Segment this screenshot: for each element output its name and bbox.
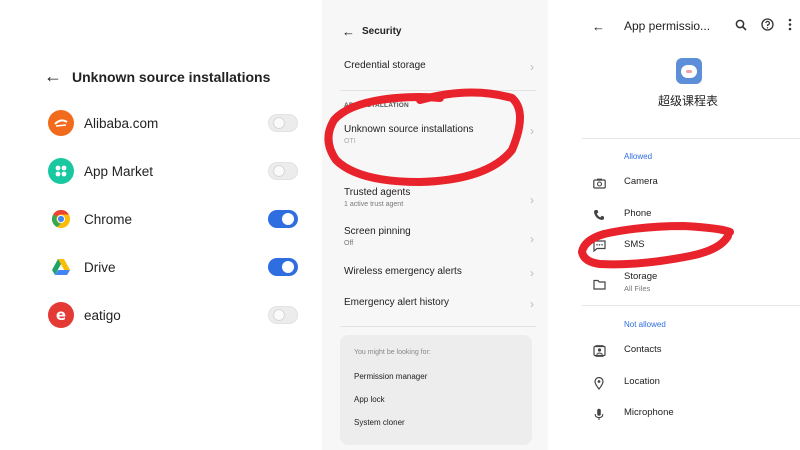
page-title: App permissio...	[624, 19, 711, 33]
divider	[340, 90, 536, 91]
more-vert-icon[interactable]	[788, 18, 792, 31]
suggestion-app-lock[interactable]: App lock	[354, 395, 385, 404]
permission-location[interactable]: Location	[590, 376, 790, 390]
suggestions-heading: You might be looking for:	[354, 349, 431, 356]
app-market-icon	[48, 158, 74, 184]
section-header-not-allowed: Not allowed	[624, 320, 666, 329]
emergency-alert-history-item[interactable]: Emergency alert history ›	[344, 297, 534, 311]
chevron-right-icon: ›	[530, 266, 534, 280]
help-icon[interactable]	[761, 18, 774, 31]
app-name: Chrome	[84, 211, 133, 227]
permission-microphone[interactable]: Microphone	[590, 407, 790, 421]
app-name: Drive	[84, 259, 116, 275]
chevron-right-icon: ›	[530, 124, 534, 138]
unknown-sources-item[interactable]: Unknown source installations ›	[344, 124, 534, 138]
drive-icon	[48, 254, 74, 280]
section-header-app-installation: APP INSTALLATION	[344, 102, 409, 109]
back-arrow-icon[interactable]: ←	[592, 19, 624, 34]
install-toggle[interactable]	[268, 306, 298, 324]
app-row-chrome[interactable]: Chrome	[48, 204, 298, 234]
partial-section-label: OTI	[344, 138, 356, 145]
permission-name: Phone	[624, 208, 652, 219]
back-arrow-icon[interactable]: ←	[342, 24, 362, 39]
camera-icon	[590, 176, 608, 190]
page-title: Unknown source installations	[72, 68, 271, 85]
folder-icon	[590, 277, 608, 291]
app-name: eatigo	[84, 307, 121, 323]
permission-name: Camera	[624, 176, 658, 187]
item-sublabel: Off	[344, 240, 354, 247]
page-title: Security	[362, 26, 402, 37]
app-permissions-screen: ← App permissio... 超级课程表 Allowed Camera …	[576, 0, 800, 450]
divider	[582, 305, 800, 306]
search-icon[interactable]	[735, 19, 747, 31]
section-header-allowed: Allowed	[624, 152, 653, 161]
permission-name: Storage	[624, 271, 658, 282]
item-label: Unknown source installations	[344, 124, 474, 135]
chrome-icon	[48, 206, 74, 232]
permission-contacts[interactable]: Contacts	[590, 344, 790, 358]
app-row-app-market[interactable]: App Market	[48, 156, 298, 186]
app-name: 超级课程表	[657, 94, 718, 108]
permission-storage[interactable]: Storage All Files	[590, 271, 790, 293]
suggestions-card: You might be looking for: Permission man…	[340, 335, 532, 445]
p3-header: ← App permissio...	[592, 16, 792, 36]
phone-icon	[590, 208, 608, 222]
alibaba-icon	[48, 110, 74, 136]
item-label: Trusted agents	[344, 187, 411, 198]
security-screen: ← Security Credential storage › APP INST…	[322, 0, 548, 450]
install-toggle[interactable]	[268, 162, 298, 180]
trusted-agents-item[interactable]: Trusted agents 1 active trust agent ›	[344, 187, 534, 208]
p1-header: ← Unknown source installations	[44, 66, 270, 87]
chevron-right-icon: ›	[530, 193, 534, 207]
suggestion-permission-manager[interactable]: Permission manager	[354, 372, 427, 381]
install-toggle[interactable]	[268, 258, 298, 276]
permission-name: SMS	[624, 239, 645, 250]
app-row-eatigo[interactable]: e eatigo	[48, 300, 298, 330]
location-icon	[590, 376, 608, 390]
eatigo-icon: e	[48, 302, 74, 328]
item-label: Wireless emergency alerts	[344, 266, 462, 277]
suggestion-system-cloner[interactable]: System cloner	[354, 418, 405, 427]
install-toggle[interactable]	[268, 210, 298, 228]
permission-name: Microphone	[624, 407, 674, 418]
app-row-alibaba[interactable]: Alibaba.com	[48, 108, 298, 138]
chevron-right-icon: ›	[530, 60, 534, 74]
wireless-emergency-alerts-item[interactable]: Wireless emergency alerts ›	[344, 266, 534, 280]
item-label: Credential storage	[344, 60, 426, 71]
microphone-icon	[590, 407, 608, 421]
item-sublabel: 1 active trust agent	[344, 201, 404, 208]
divider	[340, 326, 536, 327]
sms-icon	[590, 239, 608, 253]
permission-phone[interactable]: Phone	[590, 208, 790, 222]
divider	[582, 138, 800, 139]
permission-name: Location	[624, 376, 660, 387]
screen-pinning-item[interactable]: Screen pinning Off ›	[344, 226, 534, 247]
contacts-icon	[590, 344, 608, 358]
app-name: Alibaba.com	[84, 115, 159, 131]
app-name: App Market	[84, 163, 154, 179]
permission-camera[interactable]: Camera	[590, 176, 790, 190]
unknown-sources-screen: ← Unknown source installations Alibaba.c…	[0, 0, 318, 450]
chevron-right-icon: ›	[530, 232, 534, 246]
permission-sms[interactable]: SMS	[590, 239, 790, 253]
p2-header: ← Security	[342, 24, 401, 39]
app-logo-icon	[676, 58, 702, 84]
item-label: Screen pinning	[344, 226, 411, 237]
chevron-right-icon: ›	[530, 297, 534, 311]
install-toggle[interactable]	[268, 114, 298, 132]
back-arrow-icon[interactable]: ←	[44, 66, 72, 87]
app-row-drive[interactable]: Drive	[48, 252, 298, 282]
permission-sub: All Files	[624, 284, 651, 293]
permission-name: Contacts	[624, 344, 662, 355]
credential-storage-item[interactable]: Credential storage ›	[344, 60, 534, 74]
item-label: Emergency alert history	[344, 297, 450, 308]
